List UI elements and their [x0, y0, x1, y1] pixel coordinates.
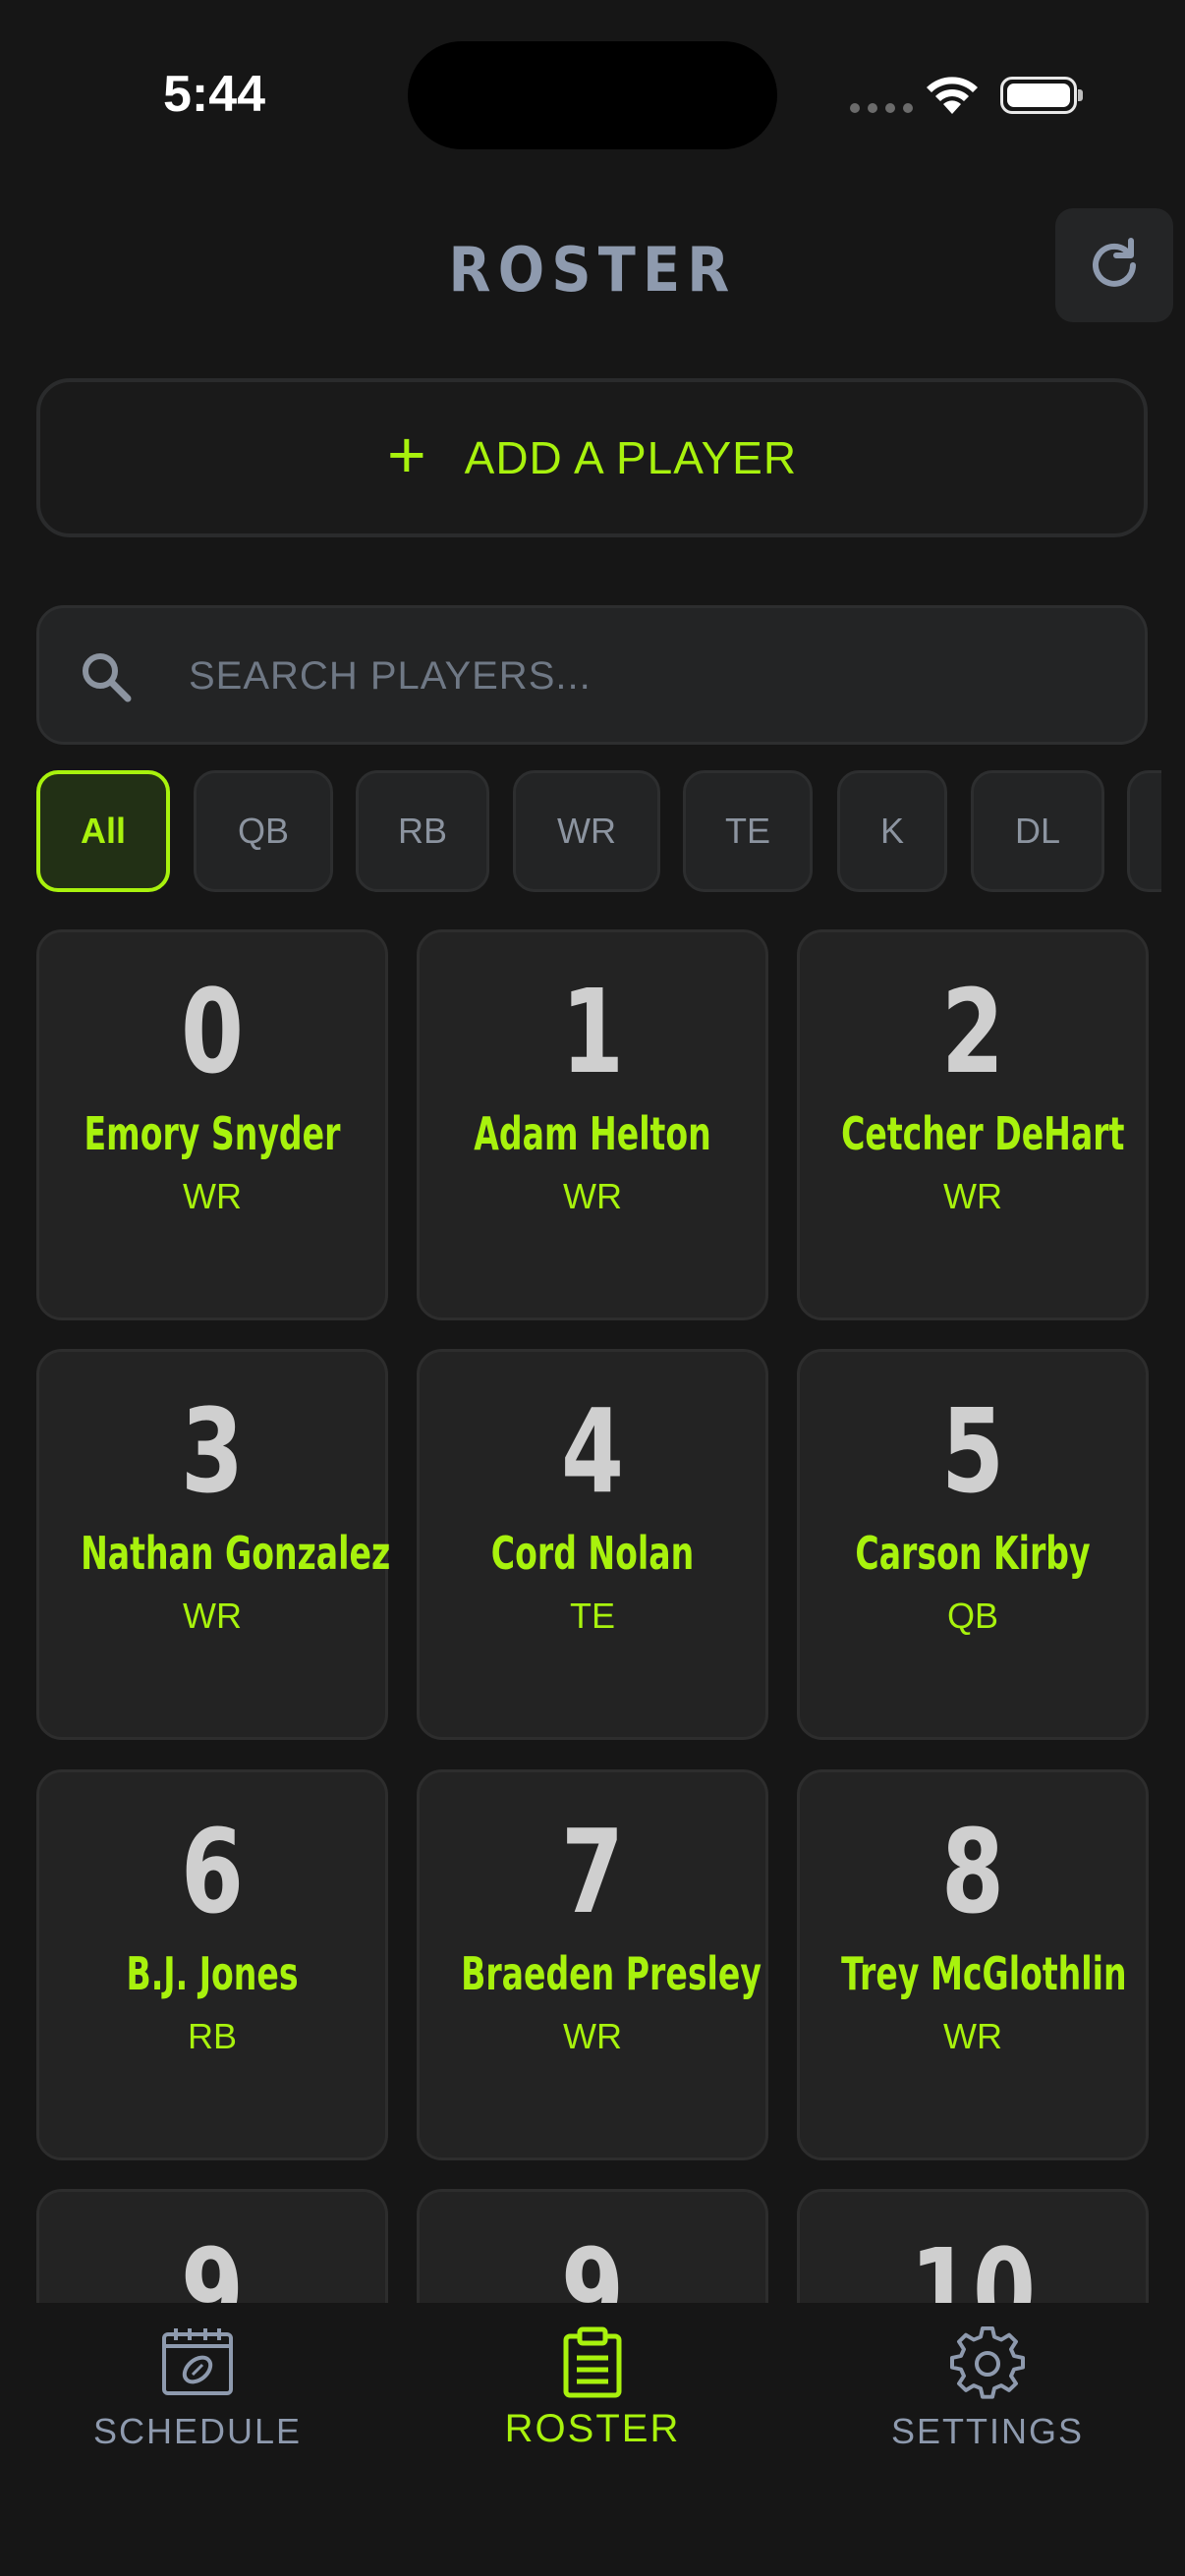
player-position: WR	[183, 1176, 242, 1216]
player-name: Cetcher DeHart	[841, 1107, 1125, 1160]
player-card[interactable]: 1 Adam Helton WR	[417, 929, 768, 1320]
tab-settings[interactable]: SETTINGS	[790, 2303, 1185, 2499]
tab-schedule[interactable]: SCHEDULE	[0, 2303, 395, 2499]
player-number: 7	[560, 1804, 625, 1939]
player-position: WR	[943, 2016, 1002, 2056]
player-name: Emory Snyder	[84, 1107, 341, 1160]
player-number: 4	[560, 1383, 625, 1519]
tab-label: SETTINGS	[890, 2411, 1085, 2451]
player-name: Nathan Gonzalez	[81, 1527, 391, 1580]
player-number: 3	[180, 1383, 245, 1519]
player-number: 1	[560, 964, 625, 1099]
player-card[interactable]: 7 Braeden Presley WR	[417, 1769, 768, 2160]
tab-label: SCHEDULE	[92, 2411, 303, 2451]
player-name: Braeden Presley	[461, 1947, 762, 2000]
player-position: WR	[943, 1176, 1002, 1216]
player-number: 9	[180, 2223, 245, 2303]
player-position: TE	[569, 1596, 615, 1636]
player-number: 10	[909, 2223, 1037, 2303]
calendar-football-icon	[162, 2328, 233, 2395]
player-card[interactable]: 4 Cord Nolan TE	[417, 1349, 768, 1740]
tab-roster[interactable]: ROSTER	[395, 2303, 790, 2499]
tab-label: ROSTER	[504, 2407, 681, 2450]
player-card[interactable]: 9	[417, 2189, 768, 2303]
player-card[interactable]: 8 Trey McGlothlin WR	[797, 1769, 1149, 2160]
player-card[interactable]: 6 B.J. Jones RB	[36, 1769, 388, 2160]
clipboard-icon	[563, 2326, 622, 2398]
player-position: WR	[563, 1176, 622, 1216]
player-card[interactable]: 10	[797, 2189, 1149, 2303]
gear-icon	[950, 2326, 1025, 2399]
player-position: RB	[187, 2016, 237, 2056]
player-name: B.J. Jones	[126, 1947, 299, 2000]
player-number: 6	[180, 1804, 245, 1939]
player-card[interactable]: 3 Nathan Gonzalez WR	[36, 1349, 391, 1740]
player-name: Cord Nolan	[490, 1527, 695, 1580]
player-card[interactable]: 9	[36, 2189, 388, 2303]
player-name: Trey McGlothlin	[841, 1947, 1127, 2000]
player-position: WR	[563, 2016, 622, 2056]
player-position: QB	[946, 1596, 998, 1636]
player-number: 9	[560, 2223, 625, 2303]
player-card[interactable]: 2 Cetcher DeHart WR	[797, 929, 1149, 1320]
player-card[interactable]: 5 Carson Kirby QB	[797, 1349, 1149, 1740]
tab-bar: SCHEDULE ROSTER SETTINGS	[0, 2303, 1185, 2576]
player-grid: 0 Emory Snyder WR 1 Adam Helton WR 2 Cet…	[0, 0, 1185, 2303]
player-position: WR	[183, 1596, 242, 1636]
player-number: 0	[180, 964, 245, 1099]
player-card[interactable]: 0 Emory Snyder WR	[36, 929, 388, 1320]
player-number: 8	[940, 1804, 1005, 1939]
player-name: Carson Kirby	[855, 1527, 1091, 1580]
player-number: 5	[940, 1383, 1005, 1519]
player-number: 2	[940, 964, 1005, 1099]
player-name: Adam Helton	[474, 1107, 711, 1160]
